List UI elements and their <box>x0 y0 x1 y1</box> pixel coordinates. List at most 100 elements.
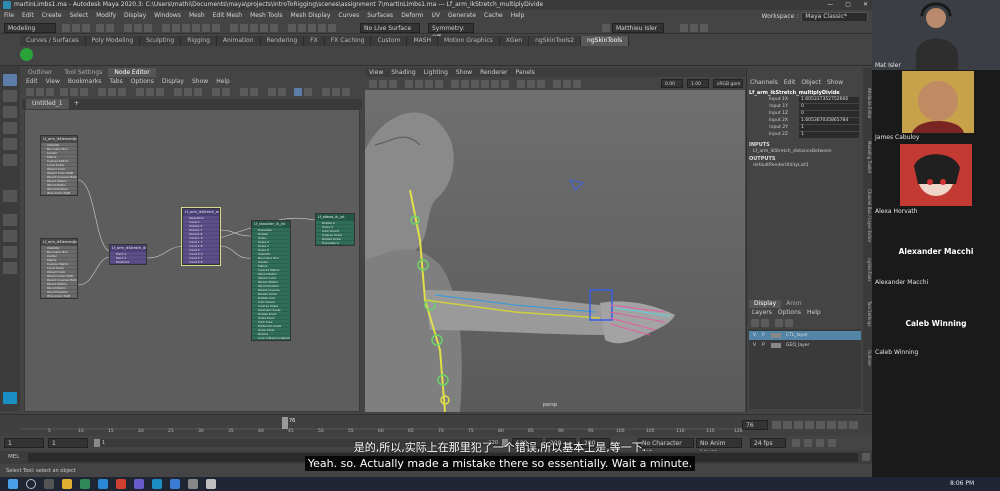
shadows-icon[interactable] <box>501 80 509 88</box>
simple-mode-icon[interactable] <box>98 88 106 96</box>
side-tab-outliner[interactable]: Outliner <box>863 338 872 378</box>
channel-value[interactable]: 1.605337352752666 <box>799 97 859 103</box>
select-hierarchy-icon[interactable] <box>124 24 132 32</box>
step-forward-key-icon[interactable] <box>838 421 847 429</box>
menu-help[interactable]: Help <box>507 10 529 21</box>
shelf-tab-custom[interactable]: Custom <box>371 36 408 46</box>
vp-menu-panels[interactable]: Panels <box>511 68 538 77</box>
mask-rendering-icon[interactable] <box>212 24 220 32</box>
vp-menu-lighting[interactable]: Lighting <box>420 68 452 77</box>
mask-surfaces-icon[interactable] <box>182 24 190 32</box>
maximize-button[interactable]: ▢ <box>845 0 851 10</box>
go-to-end-icon[interactable] <box>849 421 858 429</box>
play-forwards-icon[interactable] <box>816 421 825 429</box>
panel-tab-outliner[interactable]: Outliner <box>22 68 58 77</box>
ngskintools-icon[interactable] <box>20 48 33 61</box>
channel-row[interactable]: Input 1X 1.605337352752666 <box>749 97 861 103</box>
layer-up-icon[interactable] <box>751 319 759 327</box>
playback-start-field[interactable]: 1 <box>48 438 88 448</box>
auto-key-icon[interactable] <box>816 439 824 447</box>
paint-select-tool-icon[interactable] <box>3 106 17 118</box>
outliner-layout-icon[interactable] <box>3 246 17 258</box>
menu-generate[interactable]: Generate <box>444 10 480 21</box>
menu-mesh-display[interactable]: Mesh Display <box>287 10 335 21</box>
four-view-layout-icon[interactable] <box>3 230 17 242</box>
maya-taskbar-icon[interactable] <box>152 479 162 489</box>
select-component-icon[interactable] <box>144 24 152 32</box>
shelf-tab-ngskintools[interactable]: ngSkinTools <box>581 36 630 46</box>
undo-icon[interactable] <box>96 24 104 32</box>
map-icon[interactable] <box>304 88 312 96</box>
media-icon[interactable] <box>116 479 126 489</box>
participant-tile-caleb-winning[interactable]: Caleb Winning Caleb Winning <box>872 292 1000 364</box>
scene-start-field[interactable]: 1 <box>4 438 44 448</box>
layer-tab-display[interactable]: Display <box>749 300 782 308</box>
snap-point-icon[interactable] <box>250 24 258 32</box>
snap-curve-icon[interactable] <box>240 24 248 32</box>
participant-tile-alexa-horvath[interactable]: Alexa Horvath <box>872 144 1000 218</box>
gamma-field[interactable]: 1.00 <box>687 79 709 88</box>
bookmarks-icon[interactable] <box>389 80 397 88</box>
settings-app-icon[interactable] <box>206 479 216 489</box>
ne-menu-options[interactable]: Options <box>127 77 158 86</box>
graph-input-output-icon[interactable] <box>26 88 34 96</box>
help-icon[interactable] <box>332 88 340 96</box>
shelf-tab-fx-caching[interactable]: FX Caching <box>324 36 372 46</box>
color-space-dropdown[interactable]: sRGB gam <box>713 79 743 88</box>
toggle-attribute-icon[interactable] <box>278 88 286 96</box>
exposure-field[interactable]: 0.00 <box>661 79 683 88</box>
bookmark-icon[interactable] <box>222 88 230 96</box>
workspace-dropdown[interactable]: Maya Classic* <box>801 11 868 22</box>
zoom-icon[interactable] <box>170 479 180 489</box>
layer-tab-anim[interactable]: Anim <box>781 300 806 308</box>
layer-playback-toggle[interactable]: P <box>762 331 765 340</box>
camera-attributes-icon[interactable] <box>379 80 387 88</box>
character-set-dropdown[interactable]: No Character Set <box>638 438 694 456</box>
cb-menu-channels[interactable]: Channels <box>747 78 781 87</box>
channel-value[interactable]: 1 <box>799 125 859 131</box>
xray-joints-icon[interactable] <box>573 80 581 88</box>
layer-playback-toggle[interactable]: P <box>762 341 765 350</box>
file-explorer-icon[interactable] <box>62 479 72 489</box>
edge-icon[interactable] <box>98 479 108 489</box>
resolution-gate-icon[interactable] <box>425 80 433 88</box>
discord-icon[interactable] <box>134 479 144 489</box>
command-language-label[interactable]: MEL <box>8 451 19 464</box>
side-tab-tool-settings[interactable]: Tool Settings <box>863 294 872 334</box>
isolate-select-icon[interactable] <box>553 80 561 88</box>
symmetry-dropdown[interactable]: Symmetry: Off <box>428 23 474 41</box>
side-tab-ngskintools[interactable]: ngSkinTools <box>863 250 872 290</box>
node-lf-arm-ik-element-jnt-pos-shape-2[interactable]: Lf_arm_ikElementJnt_posShape Visibility … <box>40 238 78 299</box>
side-tab-modeling-toolkit[interactable]: Modeling Toolkit <box>863 132 872 182</box>
menu-surfaces[interactable]: Surfaces <box>363 10 397 21</box>
output-node-item[interactable]: defaultRenderUtilityList1 <box>753 163 809 168</box>
settings-icon[interactable] <box>322 88 330 96</box>
connected-mode-icon[interactable] <box>108 88 116 96</box>
open-scene-icon[interactable] <box>72 24 80 32</box>
step-forward-frame-icon[interactable] <box>827 421 836 429</box>
perspective-viewport[interactable]: persp <box>365 90 745 412</box>
full-mode-icon[interactable] <box>118 88 126 96</box>
cb-menu-show[interactable]: Show <box>824 78 846 87</box>
last-tool-icon[interactable] <box>3 190 17 202</box>
input-node-item[interactable]: Lf_arm_ikStretch_distanceBetween <box>753 149 832 154</box>
ne-menu-show[interactable]: Show <box>188 77 212 86</box>
node-lf-shoulder-ik-jnt[interactable]: Lf_shoulder_ik_jnt Translate Rotate Scal… <box>251 220 291 341</box>
fit-icon[interactable] <box>294 88 302 96</box>
new-layer-selected-icon[interactable] <box>785 319 793 327</box>
vp-menu-show[interactable]: Show <box>452 68 476 77</box>
scale-tool-icon[interactable] <box>3 154 17 166</box>
user-account-dropdown[interactable]: Matthieu Isler <box>612 23 664 33</box>
layer-row-ctl[interactable]: V P CTL_layer <box>749 331 861 340</box>
minimize-button[interactable]: — <box>827 0 833 10</box>
ne-menu-view[interactable]: View <box>42 77 64 86</box>
menu-edit-mesh[interactable]: Edit Mesh <box>209 10 246 21</box>
menuset-dropdown[interactable]: Modeling <box>4 23 56 33</box>
menu-file[interactable]: File <box>0 10 18 21</box>
menu-create[interactable]: Create <box>38 10 66 21</box>
wireframe-icon[interactable] <box>451 80 459 88</box>
step-back-key-icon[interactable] <box>783 421 792 429</box>
channel-value[interactable]: 0 <box>799 104 859 110</box>
shelf-tab-rendering[interactable]: Rendering <box>260 36 305 46</box>
layer-visibility-toggle[interactable]: V <box>753 331 756 340</box>
